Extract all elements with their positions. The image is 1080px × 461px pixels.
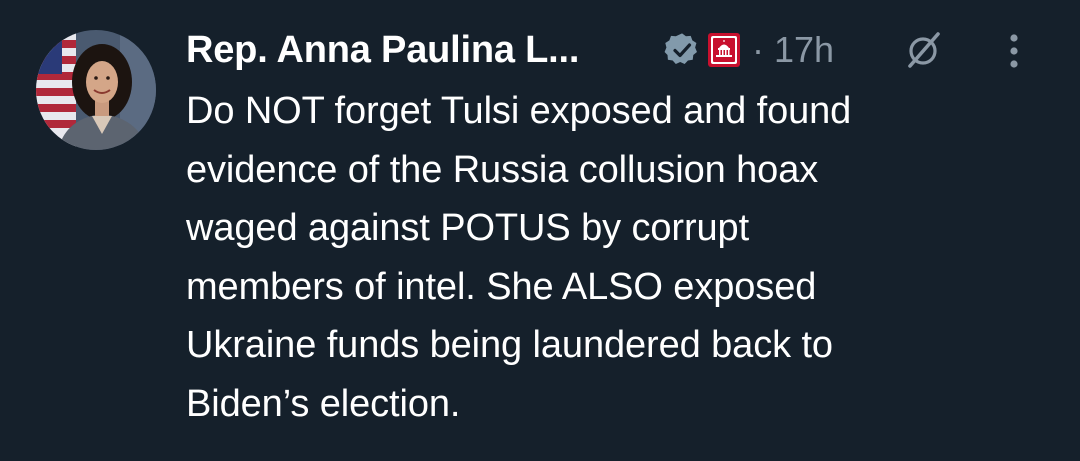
avatar[interactable] bbox=[36, 30, 156, 150]
tweet-text-line: members of intel. She ALSO exposed bbox=[186, 265, 817, 308]
tweet-card[interactable]: Rep. Anna Paulina L... · 17h Do NOT forg… bbox=[0, 0, 1080, 461]
grok-icon[interactable] bbox=[902, 28, 946, 72]
tweet-text: Do NOT forget Tulsi exposed and found ev… bbox=[186, 82, 1036, 433]
tweet-text-line: Ukraine funds being laundered back to bbox=[186, 324, 833, 366]
us-capitol-badge-icon[interactable] bbox=[708, 33, 740, 67]
tweet-text-line: Do NOT forget Tulsi exposed and found bbox=[186, 90, 852, 132]
tweet-timestamp[interactable]: 17h bbox=[774, 24, 834, 76]
author-name[interactable]: Rep. Anna Paulina L... bbox=[186, 24, 579, 76]
tweet-text-line: waged against POTUS by corrupt bbox=[186, 207, 750, 249]
tweet-text-line: evidence of the Russia collusion hoax bbox=[186, 148, 819, 191]
tweet-text-line: Biden’s election. bbox=[186, 382, 461, 425]
tweet-header: Rep. Anna Paulina L... · 17h bbox=[186, 24, 1050, 80]
verified-badge-icon[interactable] bbox=[664, 32, 700, 68]
header-separator: · bbox=[752, 29, 764, 70]
avatar-image bbox=[36, 30, 156, 150]
more-vertical-icon[interactable] bbox=[1008, 32, 1020, 70]
